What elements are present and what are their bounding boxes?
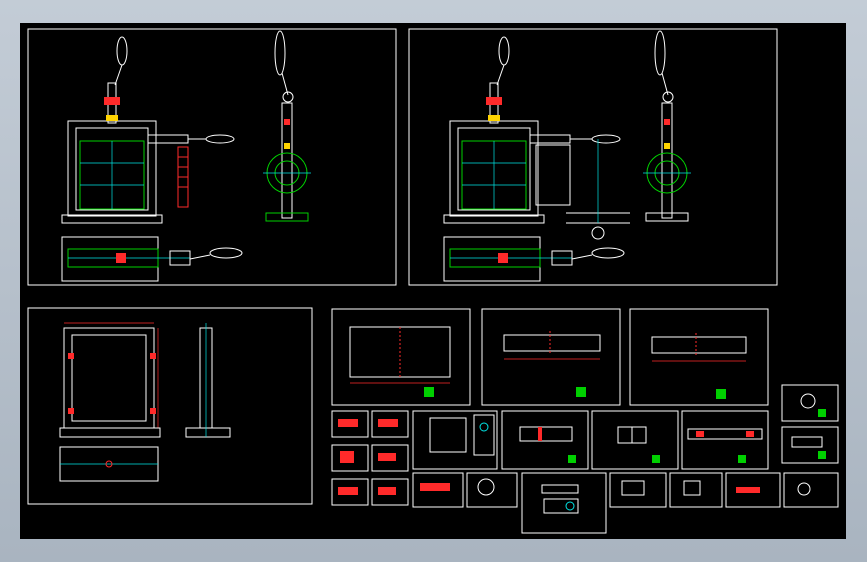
detail-small-right-1[interactable] (781, 384, 839, 422)
detail-small-right-2[interactable] (781, 426, 839, 464)
sheet-frame-detail[interactable] (27, 307, 313, 505)
sheet-plate-detail-1[interactable] (331, 308, 471, 406)
cad-drawing-canvas[interactable] (20, 23, 846, 539)
sheet-assembly-left[interactable] (27, 28, 397, 286)
sheet-plate-detail-2[interactable] (481, 308, 621, 406)
detail-grid[interactable] (331, 410, 839, 534)
sheet-plate-detail-3[interactable] (629, 308, 769, 406)
drawing-svg (27, 28, 839, 534)
sheet-assembly-right[interactable] (408, 28, 778, 286)
